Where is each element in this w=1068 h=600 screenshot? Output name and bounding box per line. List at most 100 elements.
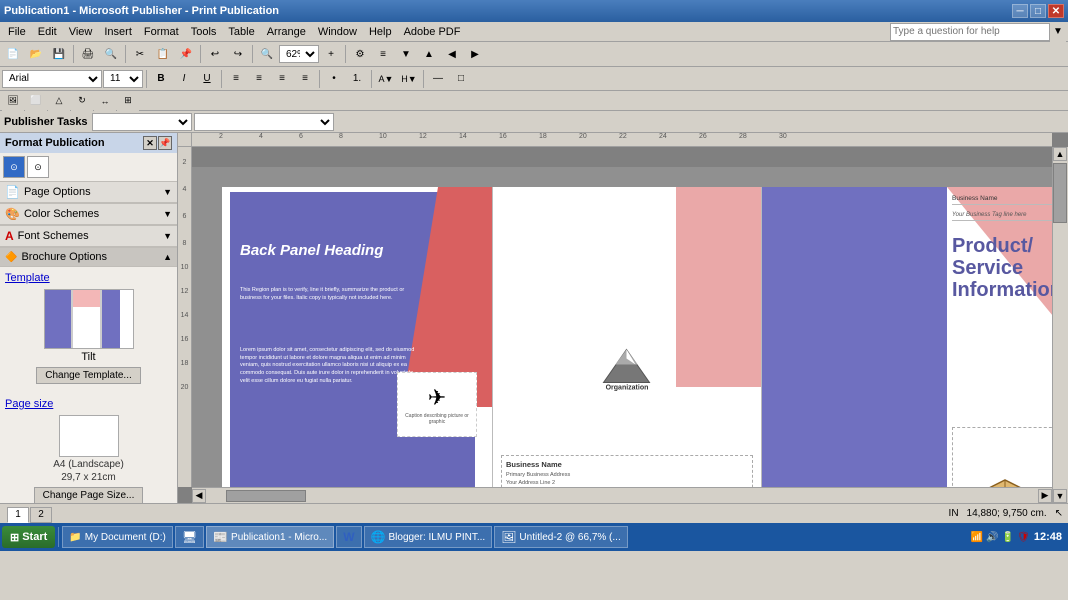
vertical-scrollbar[interactable]: ▲ ▼ xyxy=(1052,147,1068,503)
template-label[interactable]: Template xyxy=(5,272,172,284)
color-schemes-chevron: ▼ xyxy=(163,209,172,219)
copy-btn[interactable]: 📋 xyxy=(152,44,174,64)
italic-btn[interactable]: I xyxy=(173,69,195,89)
scroll-up-btn[interactable]: ▲ xyxy=(1053,147,1067,161)
color-schemes-section[interactable]: 🎨 Color Schemes ▼ xyxy=(0,203,177,225)
sep5 xyxy=(345,45,346,63)
mid-red-top xyxy=(676,187,761,387)
taskbar-untitled[interactable]: 🖼 Untitled-2 @ 66,7% (... xyxy=(494,526,628,548)
highlight-btn[interactable]: H▼ xyxy=(398,69,420,89)
misc-btn1[interactable]: ⚙ xyxy=(349,44,371,64)
new-btn[interactable]: 📄 xyxy=(2,44,24,64)
misc-btn5[interactable]: ◀ xyxy=(441,44,463,64)
style-select[interactable] xyxy=(92,113,192,131)
page-tab-2[interactable]: 2 xyxy=(30,507,52,523)
group-btn[interactable]: ⊞ xyxy=(117,91,139,111)
font-name-select[interactable]: ArialTimes New Roman xyxy=(2,70,102,88)
cut-btn[interactable]: ✂ xyxy=(129,44,151,64)
scroll-right-btn[interactable]: ▶ xyxy=(1038,489,1052,503)
front-product-box xyxy=(952,427,1052,487)
menu-edit[interactable]: Edit xyxy=(32,24,63,40)
bullet-btn[interactable]: • xyxy=(323,69,345,89)
scroll-thumb-h[interactable] xyxy=(226,490,306,502)
zoom-select[interactable]: 62%50%75%100% xyxy=(279,45,319,63)
box-btn[interactable]: □ xyxy=(450,69,472,89)
panel-pin-btn[interactable]: 📌 xyxy=(158,136,172,150)
taskbar-word[interactable]: W xyxy=(336,526,361,548)
font-color-btn[interactable]: A▼ xyxy=(375,69,397,89)
bold-btn[interactable]: B xyxy=(150,69,172,89)
misc-btn3[interactable]: ▼ xyxy=(395,44,417,64)
flip-btn[interactable]: ↔ xyxy=(94,91,116,111)
panel-tab-2[interactable]: ⊙ xyxy=(27,156,49,178)
panel-tab-1[interactable]: ⊙ xyxy=(3,156,25,178)
help-search-input[interactable] xyxy=(890,23,1050,41)
brochure-options-section[interactable]: 🔶 Brochure Options ▲ xyxy=(0,247,177,267)
menu-help[interactable]: Help xyxy=(363,24,398,40)
menu-table[interactable]: Table xyxy=(222,24,260,40)
start-button[interactable]: ⊞ Start xyxy=(2,526,55,548)
zoom-in-btn[interactable]: + xyxy=(320,44,342,64)
align-right-btn[interactable]: ≡ xyxy=(271,69,293,89)
line-btn[interactable]: — xyxy=(427,69,449,89)
close-button[interactable]: ✕ xyxy=(1048,4,1064,18)
zoom-out-btn[interactable]: 🔍 xyxy=(256,44,278,64)
page-tab-1[interactable]: 1 xyxy=(7,507,29,523)
align-left-btn[interactable]: ≡ xyxy=(225,69,247,89)
cursor-icon: ↖ xyxy=(1055,508,1063,519)
template-preview xyxy=(44,289,134,349)
redo-btn[interactable]: ↪ xyxy=(227,44,249,64)
publication-page[interactable]: Back Panel Heading This Region plan is t… xyxy=(222,187,1052,487)
print-btn[interactable]: 🖨 xyxy=(77,44,99,64)
menu-window[interactable]: Window xyxy=(312,24,363,40)
menu-adobe-pdf[interactable]: Adobe PDF xyxy=(398,24,467,40)
maximize-button[interactable]: □ xyxy=(1030,4,1046,18)
rotate-btn[interactable]: ↻ xyxy=(71,91,93,111)
menu-tools[interactable]: Tools xyxy=(185,24,223,40)
misc-btn2[interactable]: ≡ xyxy=(372,44,394,64)
number-btn[interactable]: 1. xyxy=(346,69,368,89)
canvas-scroll[interactable]: Back Panel Heading This Region plan is t… xyxy=(192,147,1052,487)
misc-btn4[interactable]: ▲ xyxy=(418,44,440,64)
change-page-size-button[interactable]: Change Page Size... xyxy=(34,487,144,503)
font-size-select[interactable]: 111214 xyxy=(103,70,143,88)
menu-file[interactable]: File xyxy=(2,24,32,40)
print-preview-btn[interactable]: 🔍 xyxy=(100,44,122,64)
open-btn[interactable]: 📂 xyxy=(25,44,47,64)
taskbar-publisher[interactable]: 📰 Publication1 - Micro... xyxy=(206,526,334,548)
page-size-label[interactable]: Page size xyxy=(5,398,172,410)
change-template-button[interactable]: Change Template... xyxy=(36,367,141,384)
menu-format[interactable]: Format xyxy=(138,24,185,40)
canvas-area[interactable]: 2 4 6 8 10 12 14 16 18 20 22 24 26 28 30… xyxy=(178,133,1068,503)
minimize-button[interactable]: ─ xyxy=(1012,4,1028,18)
font-select2[interactable] xyxy=(194,113,334,131)
menu-insert[interactable]: Insert xyxy=(98,24,138,40)
page-options-section[interactable]: 📄 Page Options ▼ xyxy=(0,181,177,203)
underline-btn[interactable]: U xyxy=(196,69,218,89)
scroll-down-btn[interactable]: ▼ xyxy=(1053,489,1067,503)
picture-btn[interactable]: 🖼 xyxy=(2,91,24,111)
taskbar-item2[interactable]: 🖥 xyxy=(175,526,204,548)
battery-icon: 🔋 xyxy=(1002,532,1014,543)
status-left: 1 2 xyxy=(5,505,54,523)
horizontal-scrollbar[interactable]: ◀ ▶ xyxy=(192,487,1052,503)
scroll-thumb-v[interactable] xyxy=(1053,163,1067,223)
panel-close-btn[interactable]: ✕ xyxy=(143,136,157,150)
font-schemes-section[interactable]: A Font Schemes ▼ xyxy=(0,225,177,247)
menu-arrange[interactable]: Arrange xyxy=(261,24,312,40)
shapes-btn[interactable]: △ xyxy=(48,91,70,111)
misc-btn6[interactable]: ▶ xyxy=(464,44,486,64)
taskbar-blogger[interactable]: 🌐 Blogger: ILMU PINT... xyxy=(364,526,493,548)
taskbar-mydocument[interactable]: 📁 My Document (D:) xyxy=(62,526,173,548)
justify-btn[interactable]: ≡ xyxy=(294,69,316,89)
publisher-tasks-bar: Publisher Tasks xyxy=(0,111,1068,133)
back-logo-caption: Caption describing picture or graphic xyxy=(398,413,476,425)
menu-view[interactable]: View xyxy=(63,24,99,40)
undo-btn[interactable]: ↩ xyxy=(204,44,226,64)
save-btn[interactable]: 💾 xyxy=(48,44,70,64)
paste-btn[interactable]: 📌 xyxy=(175,44,197,64)
help-search-btn[interactable]: ▼ xyxy=(1050,22,1066,42)
object-btn[interactable]: ⬜ xyxy=(25,91,47,111)
scroll-left-btn[interactable]: ◀ xyxy=(192,489,206,503)
align-center-btn[interactable]: ≡ xyxy=(248,69,270,89)
